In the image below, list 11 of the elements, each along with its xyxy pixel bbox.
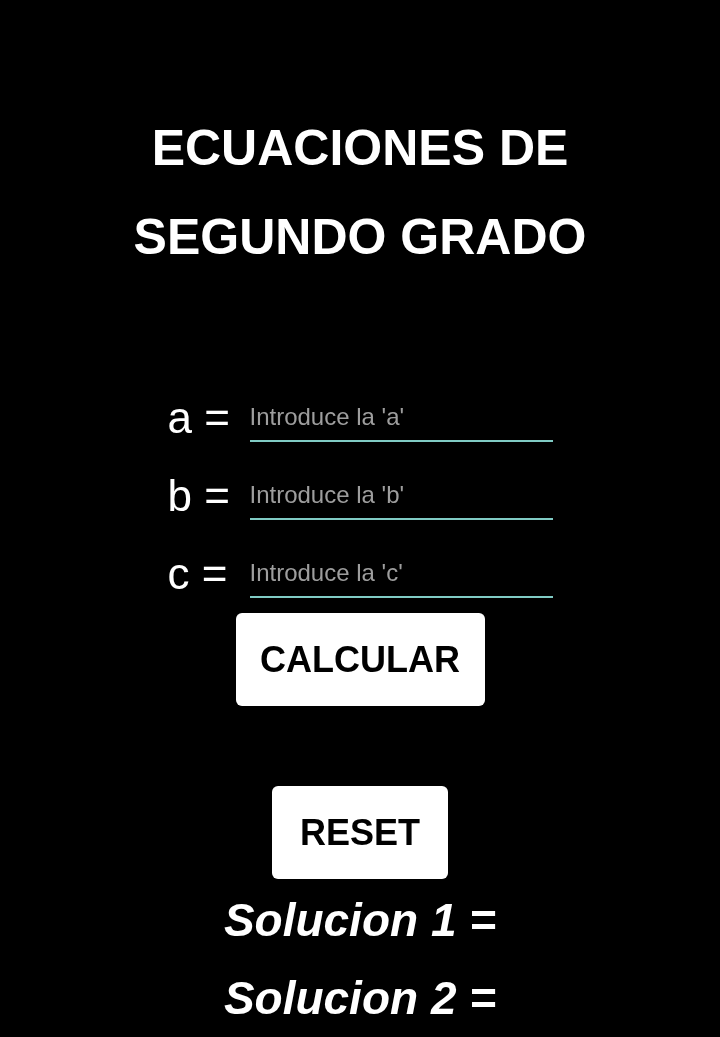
reset-button[interactable]: RESET xyxy=(272,786,448,879)
input-field[interactable]: Introduce la 'a' xyxy=(249,394,553,442)
calculate-button[interactable]: CALCULAR xyxy=(235,613,485,706)
solution-label: Solucion 2 = xyxy=(223,971,497,1026)
variable-label: b = xyxy=(167,470,231,522)
variable-label: c = xyxy=(167,548,229,600)
app-title: ECUACIONES DE SEGUNDO GRADO xyxy=(132,119,588,267)
solution-label: Solucion 1 = xyxy=(223,893,497,948)
input-field[interactable]: Introduce la 'b' xyxy=(249,472,553,520)
input-field[interactable]: Introduce la 'c' xyxy=(249,550,553,598)
variable-label: a = xyxy=(167,392,231,444)
